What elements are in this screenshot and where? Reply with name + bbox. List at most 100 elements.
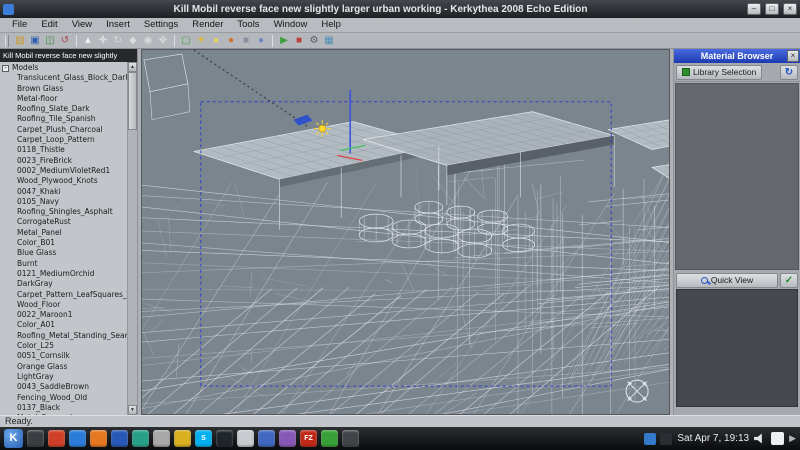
taskbar-app-gray-icon[interactable] bbox=[237, 430, 254, 447]
toolbar-move-icon[interactable]: ✚ bbox=[96, 34, 110, 48]
apply-check-icon[interactable]: ✓ bbox=[780, 273, 798, 288]
menu-view[interactable]: View bbox=[65, 18, 99, 32]
menu-file[interactable]: File bbox=[5, 18, 34, 32]
tree-item-material[interactable]: 0051_Cornsilk bbox=[2, 351, 127, 361]
tree-item-material[interactable]: Metal_Panel bbox=[2, 228, 127, 238]
taskbar-app-green-icon[interactable] bbox=[321, 430, 338, 447]
tree-item-material[interactable]: Color_B01 bbox=[2, 238, 127, 248]
tree-root-models[interactable]: -Models bbox=[2, 63, 127, 73]
tree-item-material[interactable]: Roofing_Slate_Dark bbox=[2, 104, 127, 114]
taskbar-app-violet-icon[interactable] bbox=[279, 430, 296, 447]
k-menu-button[interactable]: K bbox=[4, 429, 23, 448]
tree-item-material[interactable]: Orange Glass bbox=[2, 362, 127, 372]
tree-item-material[interactable]: 0022_Maroon1 bbox=[2, 310, 127, 320]
toolbar-pan-icon[interactable]: ✥ bbox=[156, 34, 170, 48]
taskbar-app-filezilla-icon[interactable]: FZ bbox=[300, 430, 317, 447]
notes-icon[interactable] bbox=[771, 432, 784, 445]
scene-tree-scrollbar[interactable]: ▲ ▼ bbox=[127, 62, 137, 415]
tree-item-material[interactable]: Roofing_Tile_Spanish bbox=[2, 114, 127, 124]
tree-item-material[interactable]: 0047_Khaki bbox=[2, 187, 127, 197]
tree-item-material[interactable]: Burnt bbox=[2, 259, 127, 269]
menu-settings[interactable]: Settings bbox=[137, 18, 185, 32]
library-selection-button[interactable]: Library Selection bbox=[676, 65, 762, 80]
toolbar-point-light-icon[interactable]: ● bbox=[209, 34, 223, 48]
scrollbar-thumb[interactable] bbox=[128, 72, 137, 130]
toolbar-handle[interactable] bbox=[5, 35, 9, 47]
menu-tools[interactable]: Tools bbox=[230, 18, 266, 32]
menu-help[interactable]: Help bbox=[314, 18, 348, 32]
material-browser-header[interactable]: Material Browser × bbox=[674, 49, 800, 63]
quick-view-button[interactable]: Quick View bbox=[676, 273, 778, 288]
toolbar-zoom-icon[interactable]: ◉ bbox=[141, 34, 155, 48]
tree-item-material[interactable]: Blue Glass bbox=[2, 248, 127, 258]
viewport-3d[interactable] bbox=[141, 49, 670, 415]
toolbar-scale-icon[interactable]: ◆ bbox=[126, 34, 140, 48]
volume-icon[interactable] bbox=[754, 433, 766, 444]
tree-item-material[interactable]: Wood_Floor bbox=[2, 300, 127, 310]
panel-close-icon[interactable]: × bbox=[787, 50, 799, 62]
tree-item-material[interactable]: 0023_FireBrick bbox=[2, 156, 127, 166]
taskbar-app-skype-icon[interactable]: S bbox=[195, 430, 212, 447]
taskbar-app-blue-icon[interactable] bbox=[258, 430, 275, 447]
tree-item-material[interactable]: 0118_Thistle bbox=[2, 145, 127, 155]
tree-item-material[interactable]: 0043_SaddleBrown bbox=[2, 382, 127, 392]
material-list-area[interactable] bbox=[675, 83, 799, 270]
panel-hide-arrow-icon[interactable]: ▶ bbox=[789, 433, 796, 444]
taskbar-app-steam-icon[interactable] bbox=[216, 430, 233, 447]
toolbar-merge-icon[interactable]: ◫ bbox=[43, 34, 57, 48]
tree-item-material[interactable]: 0002_MediumVioletRed1 bbox=[2, 166, 127, 176]
maximize-button[interactable]: □ bbox=[765, 3, 779, 15]
tree-item-material[interactable]: Translucent_Glass_Block_Dark bbox=[2, 73, 127, 83]
toolbar-open-icon[interactable]: ▨ bbox=[13, 34, 27, 48]
tree-item-material[interactable]: Carpet_Loop_Pattern bbox=[2, 135, 127, 145]
toolbar-rotate-icon[interactable]: ↻ bbox=[111, 34, 125, 48]
toolbar-material-sphere-icon[interactable]: ● bbox=[224, 34, 238, 48]
toolbar-sphere-icon[interactable]: ● bbox=[254, 34, 268, 48]
tree-item-material[interactable]: 0121_MediumOrchid bbox=[2, 269, 127, 279]
clock[interactable]: Sat Apr 7, 19:13 bbox=[677, 433, 749, 444]
tree-item-material[interactable]: Color_A01 bbox=[2, 320, 127, 330]
tree-item-material[interactable]: Brown Glass bbox=[2, 84, 127, 94]
tree-item-material[interactable]: LightGray bbox=[2, 372, 127, 382]
taskbar-app-amber-icon[interactable] bbox=[174, 430, 191, 447]
taskbar-app-konqueror-icon[interactable] bbox=[69, 430, 86, 447]
toolbar-select-icon[interactable]: ▲ bbox=[81, 34, 95, 48]
tree-item-material[interactable]: Wood_Plywood_Knots bbox=[2, 176, 127, 186]
taskbar-app-dark-icon[interactable] bbox=[342, 430, 359, 447]
toolbar-render-start-icon[interactable]: ▶ bbox=[277, 34, 291, 48]
tree-item-material[interactable]: CorrogateRust bbox=[2, 217, 127, 227]
toolbar-save-icon[interactable]: ▣ bbox=[28, 34, 42, 48]
tree-item-material[interactable]: Roofing_Shingles_Asphalt bbox=[2, 207, 127, 217]
models-expander-icon[interactable]: - bbox=[2, 65, 9, 72]
toolbar-render-stop-icon[interactable]: ■ bbox=[292, 34, 306, 48]
toolbar-camera-icon[interactable]: ▢ bbox=[179, 34, 193, 48]
tree-item-material[interactable]: Metal-floor bbox=[2, 94, 127, 104]
menu-edit[interactable]: Edit bbox=[34, 18, 64, 32]
tree-item-material[interactable]: DarkGray bbox=[2, 279, 127, 289]
tree-item-material[interactable]: 0137_Black bbox=[2, 403, 127, 413]
scene-name-header[interactable]: Kill Mobil reverse face new slightly bbox=[0, 49, 137, 62]
taskbar-app-gimp-icon[interactable] bbox=[153, 430, 170, 447]
scroll-up-icon[interactable]: ▲ bbox=[128, 62, 137, 72]
taskbar-app-konsole-icon[interactable] bbox=[27, 430, 44, 447]
toolbar-rendered-image-icon[interactable]: ▦ bbox=[322, 34, 336, 48]
refresh-icon[interactable]: ↻ bbox=[780, 65, 798, 80]
tray-dark-icon[interactable] bbox=[660, 433, 672, 445]
tree-item-material[interactable]: Carpet_Pattern_LeafSquares_Tan bbox=[2, 290, 127, 300]
tray-network-icon[interactable] bbox=[644, 433, 656, 445]
minimize-button[interactable]: – bbox=[747, 3, 761, 15]
scroll-down-icon[interactable]: ▼ bbox=[128, 405, 137, 415]
tree-item-material[interactable]: Roofing_Metal_Standing_Seam_Red bbox=[2, 331, 127, 341]
menu-window[interactable]: Window bbox=[267, 18, 315, 32]
taskbar-app-firefox-icon[interactable] bbox=[90, 430, 107, 447]
toolbar-cube-icon[interactable]: ■ bbox=[239, 34, 253, 48]
taskbar-app-mail-icon[interactable] bbox=[111, 430, 128, 447]
tree-item-material[interactable]: 0105_Navy bbox=[2, 197, 127, 207]
tree-item-material[interactable]: Color_L25 bbox=[2, 341, 127, 351]
tree-item-material[interactable]: Fencing_Wood_Old bbox=[2, 393, 127, 403]
menu-render[interactable]: Render bbox=[185, 18, 230, 32]
taskbar-app-teal-icon[interactable] bbox=[132, 430, 149, 447]
scrollbar-track[interactable] bbox=[128, 72, 137, 405]
toolbar-render-settings-icon[interactable]: ⚙ bbox=[307, 34, 321, 48]
menu-insert[interactable]: Insert bbox=[99, 18, 137, 32]
